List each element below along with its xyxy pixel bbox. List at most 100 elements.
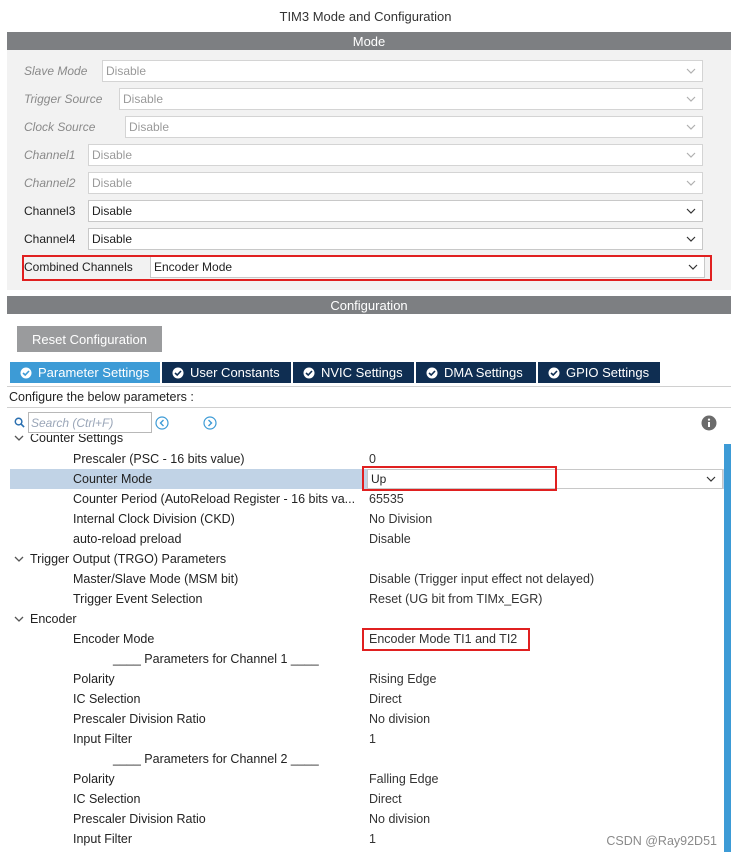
slave-mode-value: Disable	[106, 64, 147, 78]
param-value: Direct	[369, 792, 402, 806]
reset-configuration-button[interactable]: Reset Configuration	[17, 326, 162, 352]
search-icon	[14, 417, 25, 428]
param-trigger-event[interactable]: Trigger Event Selection Reset (UG bit fr…	[10, 589, 724, 609]
param-name: IC Selection	[73, 692, 141, 706]
group-encoder[interactable]: Encoder	[10, 609, 724, 629]
param-name: Input Filter	[73, 832, 133, 846]
channel1-value: Disable	[92, 148, 133, 162]
channel1-select[interactable]: Disable	[88, 144, 703, 166]
mode-row-channel1: Channel1	[24, 144, 77, 166]
chevron-down-icon[interactable]	[14, 434, 24, 443]
mode-row-channel4: Channel4	[24, 228, 77, 250]
channel4-select[interactable]: Disable	[88, 228, 703, 250]
trigger-source-label: Trigger Source	[24, 92, 103, 106]
next-match-icon[interactable]	[203, 416, 217, 430]
param-value: 1	[369, 732, 376, 746]
mode-header: Mode	[7, 32, 731, 50]
chevron-down-icon[interactable]	[14, 614, 24, 624]
watermark: CSDN @Ray92D51	[606, 834, 717, 848]
param-ch2-ic-selection[interactable]: IC Selection Direct	[10, 789, 724, 809]
check-circle-icon	[20, 367, 32, 378]
group-counter-settings[interactable]: Counter Settings	[10, 434, 724, 448]
param-name: Input Filter	[73, 732, 133, 746]
tab-user-constants[interactable]: User Constants	[162, 362, 291, 383]
channel1-label: Channel1	[24, 148, 76, 162]
param-name: Trigger Event Selection	[73, 592, 203, 606]
search-row: Search (Ctrl+F)	[14, 412, 724, 434]
channel3-label: Channel3	[24, 204, 76, 218]
param-value: Up	[371, 472, 387, 486]
param-name: Prescaler Division Ratio	[73, 712, 206, 726]
param-value: Disable (Trigger input effect not delaye…	[369, 572, 595, 586]
param-ch1-ic-selection[interactable]: IC Selection Direct	[10, 689, 724, 709]
param-auto-reload-preload[interactable]: auto-reload preload Disable	[10, 529, 724, 549]
chevron-down-icon[interactable]	[14, 554, 24, 564]
channel4-value: Disable	[92, 232, 133, 246]
tab-parameter-settings[interactable]: Parameter Settings	[10, 362, 160, 383]
chevron-down-icon	[706, 476, 716, 482]
param-name: Polarity	[73, 772, 115, 786]
param-ch1-prescaler[interactable]: Prescaler Division Ratio No division	[10, 709, 724, 729]
mode-panel	[7, 50, 731, 290]
param-counter-period[interactable]: Counter Period (AutoReload Register - 16…	[10, 489, 724, 509]
param-value: No division	[369, 712, 431, 726]
param-clock-division[interactable]: Internal Clock Division (CKD) No Divisio…	[10, 509, 724, 529]
group-trgo[interactable]: Trigger Output (TRGO) Parameters	[10, 549, 724, 569]
trigger-source-select[interactable]: Disable	[119, 88, 703, 110]
clock-source-value: Disable	[129, 120, 170, 134]
vertical-scrollbar[interactable]	[724, 444, 731, 852]
tab-nvic-settings[interactable]: NVIC Settings	[293, 362, 414, 383]
param-name: Counter Mode	[73, 472, 153, 486]
slave-mode-select[interactable]: Disable	[102, 60, 703, 82]
param-name: Master/Slave Mode (MSM bit)	[73, 572, 239, 586]
param-ch1-polarity[interactable]: Polarity Rising Edge	[10, 669, 724, 689]
param-value: Reset (UG bit from TIMx_EGR)	[369, 592, 543, 606]
param-msm[interactable]: Master/Slave Mode (MSM bit) Disable (Tri…	[10, 569, 724, 589]
counter-mode-select[interactable]: Up	[367, 469, 723, 489]
tab-gpio-settings[interactable]: GPIO Settings	[538, 362, 660, 383]
search-input[interactable]: Search (Ctrl+F)	[28, 412, 152, 433]
param-value: Falling Edge	[369, 772, 439, 786]
chevron-down-icon	[686, 124, 696, 130]
channel1-subheader: ____ Parameters for Channel 1 ____	[10, 649, 724, 669]
channel2-subheader: ____ Parameters for Channel 2 ____	[10, 749, 724, 769]
combined-channels-select[interactable]: Encoder Mode	[150, 256, 705, 278]
chevron-down-icon	[686, 180, 696, 186]
info-icon[interactable]	[701, 415, 717, 431]
mode-row-trigger: Trigger Source	[24, 88, 104, 110]
check-circle-icon	[303, 367, 315, 378]
param-counter-mode[interactable]: Counter Mode Up	[10, 469, 724, 489]
tab-dma-settings[interactable]: DMA Settings	[416, 362, 536, 383]
param-ch2-prescaler[interactable]: Prescaler Division Ratio No division	[10, 809, 724, 829]
channel2-label: Channel2	[24, 176, 76, 190]
configure-instructions: Configure the below parameters :	[7, 386, 731, 408]
param-ch1-input-filter[interactable]: Input Filter 1	[10, 729, 724, 749]
param-value: No division	[369, 812, 431, 826]
clock-source-select[interactable]: Disable	[125, 116, 703, 138]
param-prescaler[interactable]: Prescaler (PSC - 16 bits value) 0	[10, 449, 724, 469]
param-value: 1	[369, 832, 376, 846]
param-name: auto-reload preload	[73, 532, 182, 546]
channel3-select[interactable]: Disable	[88, 200, 703, 222]
channel2-select[interactable]: Disable	[88, 172, 703, 194]
check-circle-icon	[172, 367, 184, 378]
slave-mode-label: Slave Mode	[24, 64, 88, 78]
previous-match-icon[interactable]	[155, 416, 169, 430]
param-value: 0	[369, 452, 376, 466]
tab-label: Parameter Settings	[38, 365, 150, 380]
param-name: Internal Clock Division (CKD)	[73, 512, 235, 526]
chevron-down-icon	[688, 264, 698, 270]
group-label: Counter Settings	[30, 434, 124, 445]
channel2-value: Disable	[92, 176, 133, 190]
mode-row-channel2: Channel2	[24, 172, 77, 194]
param-encoder-mode[interactable]: Encoder Mode Encoder Mode TI1 and TI2	[10, 629, 724, 649]
chevron-down-icon	[686, 236, 696, 242]
channel4-label: Channel4	[24, 232, 76, 246]
chevron-down-icon	[686, 208, 696, 214]
param-value: Disable	[369, 532, 411, 546]
chevron-down-icon	[686, 68, 696, 74]
check-circle-icon	[548, 367, 560, 378]
param-value: No Division	[369, 512, 433, 526]
param-ch2-polarity[interactable]: Polarity Falling Edge	[10, 769, 724, 789]
mode-row-slave: Slave Mode	[24, 60, 89, 82]
